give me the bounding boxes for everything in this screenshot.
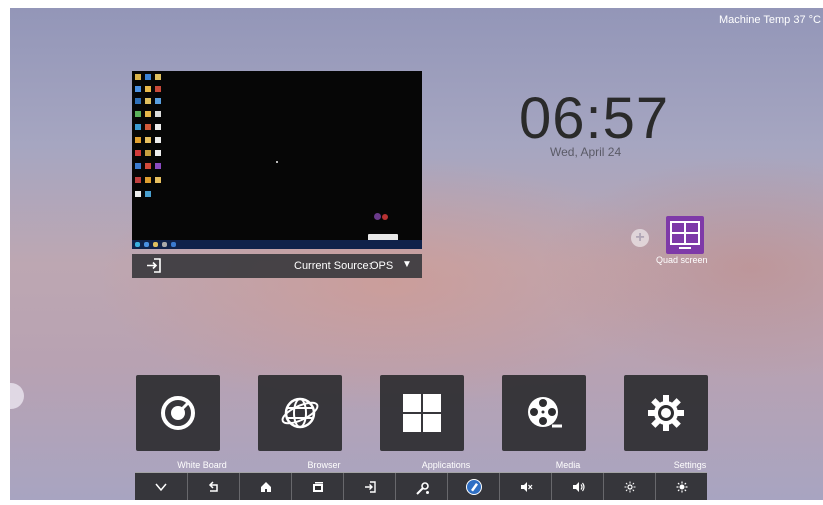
clock-time: 06:57 — [519, 86, 670, 151]
app-tile-settings[interactable] — [624, 375, 708, 451]
bottom-dock — [135, 472, 707, 500]
input-source-icon — [365, 481, 376, 493]
input-source-icon[interactable] — [146, 258, 162, 276]
mouse-cursor — [276, 161, 278, 163]
dock-tools-button[interactable] — [395, 473, 448, 500]
dock-home-button[interactable] — [239, 473, 292, 500]
app-label-applications: Applications — [421, 460, 471, 470]
tools-icon — [416, 482, 429, 495]
dock-annotate-button[interactable] — [447, 473, 500, 500]
side-menu-handle[interactable] — [10, 383, 24, 409]
app-label-media: Media — [555, 460, 581, 470]
app-tile-media[interactable] — [502, 375, 586, 451]
volume-down-icon — [521, 482, 533, 492]
grid-icon — [403, 394, 441, 432]
dock-brightness-up-button[interactable] — [655, 473, 708, 500]
clock-date: Wed, April 24 — [550, 145, 622, 159]
desktop-tray-icon — [382, 214, 388, 220]
current-source-label: Current Source: — [294, 260, 372, 272]
pen-circle-icon — [161, 396, 195, 430]
volume-up-icon — [573, 482, 585, 492]
app-tile-applications[interactable] — [380, 375, 464, 451]
home-icon — [261, 482, 271, 492]
gear-icon — [648, 395, 684, 431]
quad-screen-label: Quad screen — [656, 255, 708, 265]
chevron-down-icon — [155, 483, 167, 492]
film-reel-icon — [528, 397, 562, 428]
machine-temp-label: Machine Temp 37 °C — [718, 14, 821, 26]
dock-collapse-button[interactable] — [135, 473, 187, 500]
app-tile-browser[interactable] — [258, 375, 342, 451]
home-screen: Machine Temp 37 °C Current Source: OPS ▼… — [10, 8, 823, 500]
current-source-value: OPS — [370, 260, 394, 272]
app-tile-white-board[interactable] — [136, 375, 220, 451]
desktop-tray-icon — [374, 213, 381, 220]
source-bar: Current Source: OPS ▼ — [132, 254, 422, 278]
globe-icon — [281, 397, 319, 429]
app-label-settings: Settings — [673, 460, 707, 470]
dock-volume-up-button[interactable] — [551, 473, 604, 500]
quad-screen-icon[interactable] — [666, 216, 704, 254]
app-label-browser: Browser — [307, 460, 341, 470]
source-preview-window[interactable] — [132, 71, 422, 249]
desktop-taskbar — [132, 240, 422, 249]
dock-volume-down-button[interactable] — [499, 473, 552, 500]
dock-windows-button[interactable] — [291, 473, 344, 500]
dock-brightness-down-button[interactable] — [603, 473, 656, 500]
app-label-white-board: White Board — [177, 460, 227, 470]
add-widget-button[interactable]: + — [631, 229, 649, 247]
back-arrow-icon — [208, 481, 218, 492]
window-icon — [313, 482, 323, 492]
brightness-down-icon — [624, 481, 636, 493]
dock-source-button[interactable] — [343, 473, 396, 500]
dock-back-button[interactable] — [187, 473, 240, 500]
brightness-up-icon — [676, 481, 688, 493]
source-dropdown-arrow[interactable]: ▼ — [402, 259, 412, 270]
pen-icon — [466, 479, 482, 495]
